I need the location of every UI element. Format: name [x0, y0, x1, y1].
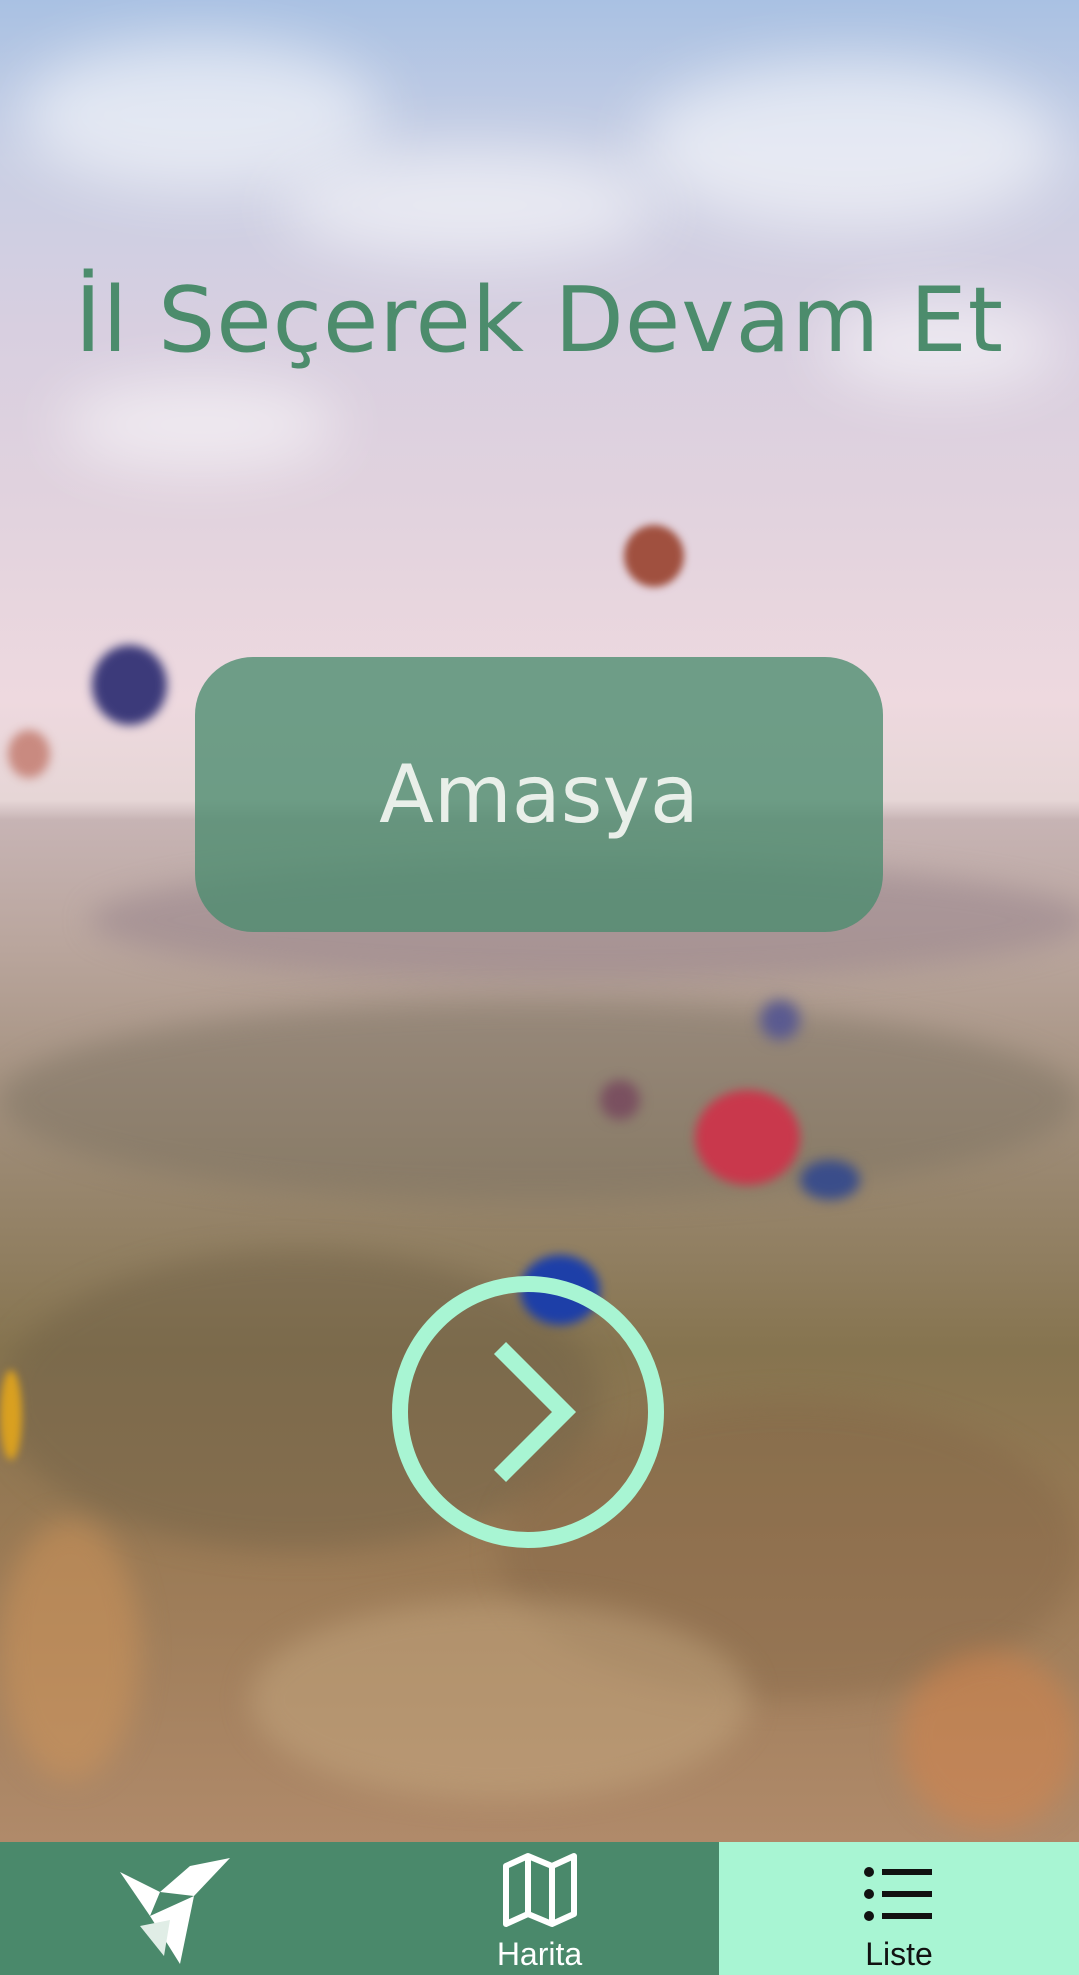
page-title: İl Seçerek Devam Et: [74, 268, 1005, 373]
list-icon: [864, 1867, 932, 1921]
origami-bird-logo: [120, 1858, 230, 1964]
bottom-navigation: Harita Liste: [0, 1842, 1079, 1975]
chevron-right-circle-icon: [392, 1276, 664, 1548]
map-icon: [502, 1853, 577, 1927]
nav-item-list[interactable]: Liste: [719, 1842, 1079, 1975]
selected-city-label: Amasya: [379, 748, 699, 841]
nav-item-map[interactable]: Harita: [360, 1842, 719, 1975]
nav-label-map: Harita: [496, 1936, 583, 1972]
nav-home-logo[interactable]: [0, 1842, 360, 1975]
city-select-button[interactable]: Amasya: [195, 657, 883, 932]
nav-label-list: Liste: [865, 1936, 933, 1972]
next-button[interactable]: [388, 1272, 668, 1552]
